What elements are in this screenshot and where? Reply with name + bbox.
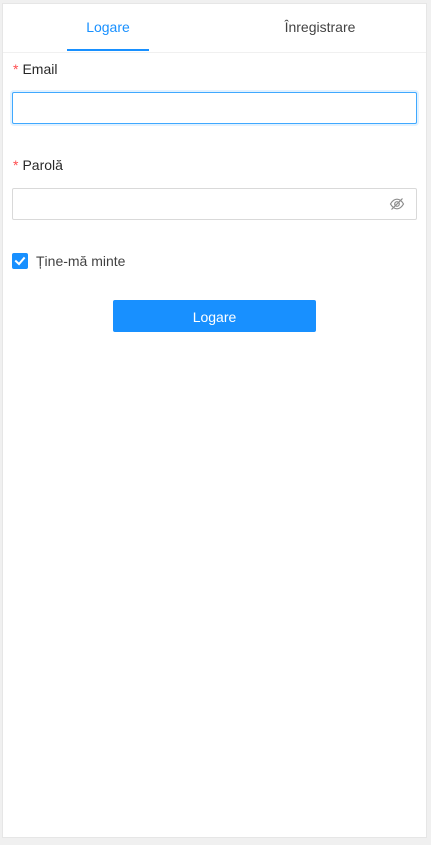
email-label: * Email: [13, 61, 57, 77]
eye-invisible-icon[interactable]: [389, 196, 405, 212]
required-mark: *: [13, 61, 19, 77]
password-label: * Parolă: [13, 157, 63, 173]
tab-login[interactable]: Logare: [67, 4, 149, 52]
email-label-text: Email: [22, 61, 58, 77]
required-mark: *: [13, 157, 19, 173]
password-label-text: Parolă: [22, 157, 63, 173]
check-icon: [14, 256, 26, 266]
tab-register[interactable]: Înregistrare: [283, 4, 357, 52]
active-tab-indicator: [67, 49, 149, 51]
password-input[interactable]: [12, 188, 417, 220]
remember-label: Ține-mă minte: [36, 253, 126, 269]
login-button[interactable]: Logare: [113, 300, 316, 332]
auth-tabs: Logare Înregistrare: [3, 4, 426, 53]
remember-checkbox[interactable]: [12, 253, 28, 269]
login-panel: Logare Înregistrare * Email * Parolă Ține-…: [2, 3, 427, 838]
email-input[interactable]: [12, 92, 417, 124]
